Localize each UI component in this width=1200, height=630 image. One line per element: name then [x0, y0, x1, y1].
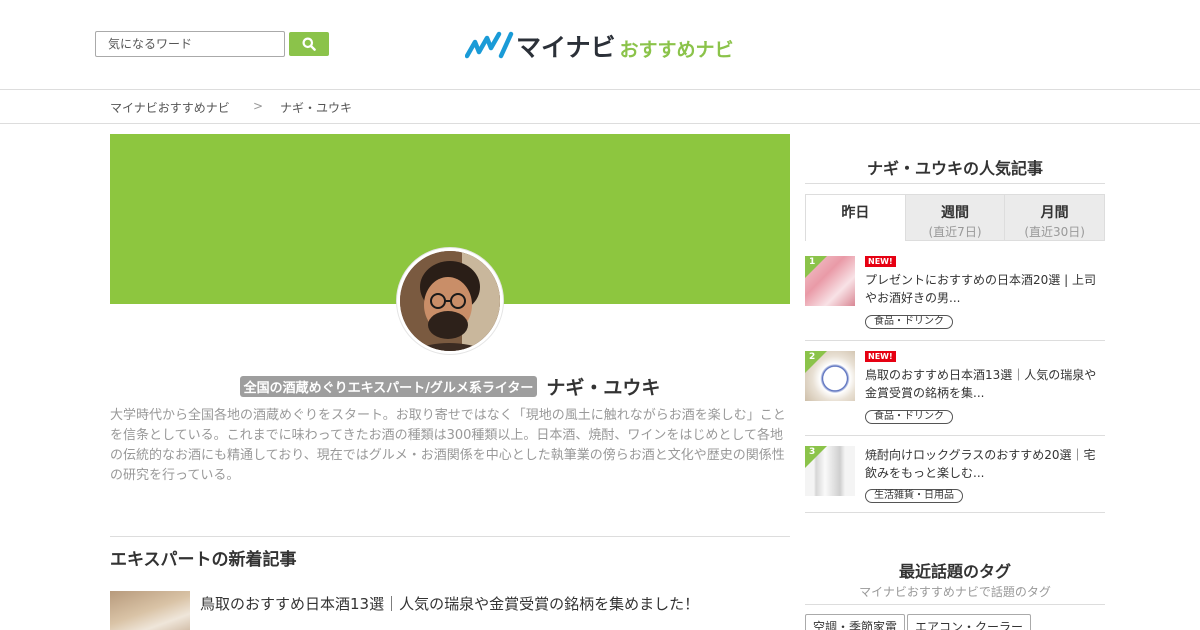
expert-badge: 全国の酒蔵めぐりエキスパート/グルメ系ライター	[239, 375, 538, 397]
rank-number: 2	[809, 352, 816, 362]
ranking-tabs: 昨日 週間 (直近7日) 月間 (直近30日)	[805, 194, 1106, 241]
ranking-title: 鳥取のおすすめ日本酒13選｜人気の瑞泉や金賞受賞の銘柄を集...	[865, 368, 1097, 400]
logo-sub-text: おすすめナビ	[619, 38, 734, 61]
article-title-link[interactable]: 鳥取のおすすめ日本酒13選｜人気の瑞泉や金賞受賞の銘柄を集めました！	[200, 593, 699, 614]
new-badge: NEW!	[865, 351, 896, 362]
ranking-title: 焼酎向けロックグラスのおすすめ20選｜宅飲みをもっと楽しむ...	[865, 448, 1096, 480]
logo-main-text: マイナビ	[516, 33, 616, 62]
tags-divider	[805, 604, 1105, 605]
trending-tags-title: 最近話題のタグ	[898, 562, 1011, 581]
ranking-thumbnail: 3	[805, 446, 855, 496]
ranking-divider	[805, 512, 1105, 513]
mynavi-logo-mark-icon	[465, 31, 514, 59]
new-articles-title: エキスパートの新着記事	[110, 550, 297, 570]
profile-name-line: 全国の酒蔵めぐりエキスパート/グルメ系ライター ナギ・ユウキ	[110, 372, 790, 400]
tab-yesterday[interactable]: 昨日	[805, 194, 906, 241]
ranking-divider	[805, 340, 1105, 341]
tab-sublabel: (直近30日)	[1024, 225, 1085, 239]
new-badge: NEW!	[865, 256, 896, 267]
breadcrumb: マイナビおすすめナビ > ナギ・ユウキ	[0, 90, 1200, 124]
ranking-item[interactable]: 3 焼酎向けロックグラスのおすすめ20選｜宅飲みをもっと楽しむ... 生活雑貨・…	[805, 446, 1105, 506]
profile-bio: 大学時代から全国各地の酒蔵めぐりをスタート。お取り寄せではなく「現地の風土に触れ…	[110, 408, 786, 483]
category-tag[interactable]: 生活雑貨・日用品	[865, 489, 963, 503]
tag-aircon-seasonal[interactable]: 空調・季節家電	[805, 614, 906, 630]
rank-number: 3	[809, 447, 816, 457]
search-button[interactable]	[289, 32, 329, 56]
category-tag[interactable]: 食品・ドリンク	[865, 410, 953, 424]
breadcrumb-current: ナギ・ユウキ	[280, 101, 353, 115]
ranking-item[interactable]: 2 NEW! 鳥取のおすすめ日本酒13選｜人気の瑞泉や金賞受賞の銘柄を集... …	[805, 351, 1105, 431]
ranking-title: プレゼントにおすすめの日本酒20選 | 上司やお酒好きの男...	[865, 273, 1096, 305]
trending-tags-subtitle: マイナビおすすめナビで話題のタグ	[859, 585, 1051, 599]
tab-label: 昨日	[841, 205, 870, 221]
article-thumbnail[interactable]	[110, 591, 190, 630]
site-header: マイナビ おすすめナビ	[0, 0, 1200, 90]
tab-monthly[interactable]: 月間 (直近30日)	[1005, 194, 1106, 241]
site-logo[interactable]: マイナビ おすすめナビ	[465, 30, 734, 62]
section-divider	[110, 536, 790, 537]
avatar-portrait-icon	[400, 251, 500, 351]
tab-label: 週間	[941, 205, 969, 221]
breadcrumb-home-link[interactable]: マイナビおすすめナビ	[110, 99, 230, 116]
category-tag[interactable]: 食品・ドリンク	[865, 315, 953, 329]
avatar	[397, 248, 503, 354]
tab-weekly[interactable]: 週間 (直近7日)	[905, 194, 1006, 241]
ranking-thumbnail: 2	[805, 351, 855, 401]
breadcrumb-separator: >	[253, 99, 264, 113]
writer-name: ナギ・ユウキ	[546, 376, 661, 399]
search-icon	[302, 37, 316, 51]
rank-number: 1	[809, 257, 816, 267]
ranking-divider	[805, 435, 1105, 436]
popular-articles-title: ナギ・ユウキの人気記事	[866, 159, 1043, 178]
ranking-thumbnail: 1	[805, 256, 855, 306]
ranking-item[interactable]: 1 NEW! プレゼントにおすすめの日本酒20選 | 上司やお酒好きの男... …	[805, 256, 1105, 336]
sidebar-divider	[805, 183, 1105, 184]
tab-sublabel: (直近7日)	[928, 225, 982, 239]
tag-aircon-cooler[interactable]: エアコン・クーラー	[907, 614, 1032, 630]
tab-label: 月間	[1040, 205, 1069, 221]
search-input[interactable]	[95, 31, 285, 57]
